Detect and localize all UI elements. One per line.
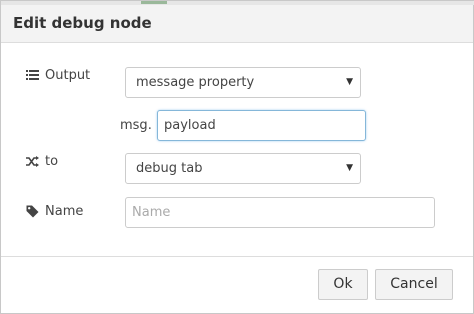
output-select[interactable]: message property ▼ xyxy=(125,67,361,98)
cancel-button[interactable]: Cancel xyxy=(375,269,453,300)
to-label-group: to xyxy=(26,154,58,169)
ok-button[interactable]: Ok xyxy=(318,269,368,300)
name-input[interactable] xyxy=(125,197,435,228)
random-icon xyxy=(26,156,39,167)
name-label: Name xyxy=(45,204,84,219)
dialog-title: Edit debug node xyxy=(13,14,152,32)
dialog-title-bar: Edit debug node xyxy=(1,5,473,43)
edit-debug-node-dialog: Edit debug node Output message property … xyxy=(0,0,474,314)
output-label: Output xyxy=(45,68,91,83)
msg-prefix: msg. xyxy=(120,118,152,133)
output-label-group: Output xyxy=(26,68,90,83)
to-select[interactable]: debug tab ▼ xyxy=(125,153,361,184)
property-input[interactable] xyxy=(157,110,366,141)
to-label: to xyxy=(45,154,59,169)
list-icon xyxy=(26,70,39,80)
chevron-down-icon: ▼ xyxy=(346,163,353,173)
top-strip-accent xyxy=(141,1,167,4)
chevron-down-icon: ▼ xyxy=(346,77,353,87)
output-select-value: message property xyxy=(136,75,255,90)
dialog-footer: Ok Cancel xyxy=(1,256,473,313)
name-label-group: Name xyxy=(26,204,83,219)
tag-icon xyxy=(26,205,39,218)
to-select-value: debug tab xyxy=(136,161,203,176)
